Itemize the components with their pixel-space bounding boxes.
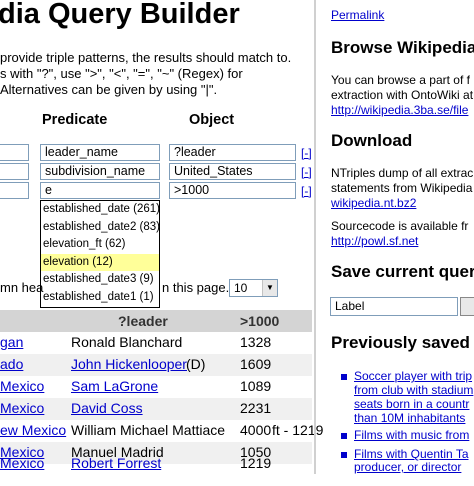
autocomplete-option-selected[interactable]: elevation (12) (41, 253, 159, 272)
column-divider (314, 0, 316, 474)
download-text-1: NTriples dump of all extrac (331, 166, 474, 180)
row-4-value: 2231 (240, 400, 272, 416)
remove-pattern-1-button[interactable]: [-] (301, 146, 312, 160)
page-title: dia Query Builder (0, 0, 240, 30)
row-5-leader: William Michael Mattiace (71, 422, 226, 438)
limit-label-prefix: mn hea (0, 280, 44, 295)
autocomplete-option[interactable]: established_date2 (83) (41, 219, 160, 237)
predicate-column-header: Predicate (42, 112, 108, 128)
saved-query-3-line-1[interactable]: Films with Quentin Ta (354, 447, 469, 461)
save-query-button[interactable] (460, 297, 474, 316)
saved-query-1-line-4[interactable]: than 10M inhabitants (354, 411, 465, 425)
save-label-input[interactable]: Label (330, 297, 458, 316)
remove-pattern-3-button[interactable]: [-] (301, 184, 312, 198)
download-heading: Download (331, 131, 413, 150)
download-text-2: statements from Wikipedia (331, 181, 473, 195)
row-5-subject-link[interactable]: ew Mexico (0, 422, 66, 438)
row-7-leader-link[interactable]: Robert Forrest (71, 455, 161, 471)
remove-pattern-2-button[interactable]: [-] (301, 165, 312, 179)
autocomplete-option[interactable]: established_date (261) (41, 201, 160, 219)
subject-input-3[interactable] (0, 182, 29, 199)
download-link[interactable]: wikipedia.nt.bz2 (331, 195, 416, 211)
browse-heading: Browse Wikipedia (331, 38, 474, 57)
saved-query-2-line-1[interactable]: Films with music from (354, 428, 469, 442)
bullet-icon (341, 374, 347, 380)
bullet-icon (341, 452, 347, 458)
autocomplete-dropdown: established_date (261) established_date2… (40, 200, 160, 308)
subject-input-2[interactable] (0, 163, 29, 180)
saved-query-1-line-2[interactable]: from club with stadium (354, 383, 473, 397)
row-3-leader-link[interactable]: Sam LaGrone (71, 378, 158, 394)
row-3-value: 1089 (240, 378, 272, 394)
object-column-header: Object (189, 112, 235, 128)
row-2-value: 1609 (240, 356, 272, 372)
object-input-2[interactable]: United_States (169, 163, 296, 180)
autocomplete-option[interactable]: elevation_ft (62) (41, 236, 159, 254)
browse-text-1: You can browse a part of f (331, 73, 470, 87)
row-2-leader-extra[interactable]: (D) (186, 356, 205, 372)
subject-input-1[interactable] (0, 144, 29, 161)
bullet-icon (341, 433, 347, 439)
row-7-subject-link[interactable]: Mexico (0, 455, 44, 471)
autocomplete-option[interactable]: established_date3 (9) (41, 271, 159, 289)
limit-select[interactable]: 10 ▼ (229, 279, 278, 297)
row-2-leader-link[interactable]: John Hickenlooper (71, 356, 187, 372)
limit-value: 10 (234, 281, 248, 295)
saved-query-1-line-1[interactable]: Soccer player with trip (354, 369, 472, 383)
row-2-subject-link[interactable]: ado (0, 356, 23, 372)
row-3-subject-link[interactable]: Mexico (0, 378, 44, 394)
row-1-leader: Ronald Blanchard (71, 334, 183, 350)
saved-query-1-line-3[interactable]: seats born in a countr (354, 397, 469, 411)
row-7-value: 1219 (240, 455, 272, 471)
browse-text-2: extraction with OntoWiki at (331, 88, 474, 102)
autocomplete-option[interactable]: established_date1 (1) (41, 289, 159, 307)
intro-line-2: s with "?", use ">", "<", "=", "~" (Rege… (0, 66, 243, 81)
row-1-value: 1328 (240, 334, 272, 350)
permalink-link[interactable]: Permalink (331, 8, 384, 22)
object-input-3[interactable]: >1000 (169, 182, 296, 199)
predicate-input-2[interactable]: subdivision_name (40, 163, 160, 180)
chevron-down-icon[interactable]: ▼ (262, 280, 277, 296)
row-4-subject-link[interactable]: Mexico (0, 400, 44, 416)
predicate-input-1[interactable]: leader_name (40, 144, 160, 161)
saved-queries-heading: Previously saved (331, 333, 470, 352)
intro-line-3: Alternatives can be given by using "|". (0, 82, 218, 97)
object-input-1[interactable]: ?leader (169, 144, 296, 161)
saved-query-3-line-2[interactable]: producer, or director (354, 460, 461, 474)
leader-column-header[interactable]: ?leader (118, 313, 168, 329)
save-query-heading: Save current quer (331, 262, 474, 281)
value-column-header[interactable]: >1000 (240, 313, 279, 329)
browse-link[interactable]: http://wikipedia.3ba.se/file (331, 102, 468, 118)
intro-line-1: provide triple patterns, the results sho… (0, 50, 292, 65)
limit-label-suffix: n this page. (162, 280, 230, 295)
sourcecode-link[interactable]: http://powl.sf.net (331, 233, 418, 249)
row-4-leader-link[interactable]: David Coss (71, 400, 143, 416)
row-5-value: 4000 (240, 422, 272, 438)
predicate-input-3[interactable]: e (40, 182, 160, 199)
row-1-subject-link[interactable]: gan (0, 334, 23, 350)
sourcecode-text: Sourcecode is available fr (331, 219, 469, 233)
